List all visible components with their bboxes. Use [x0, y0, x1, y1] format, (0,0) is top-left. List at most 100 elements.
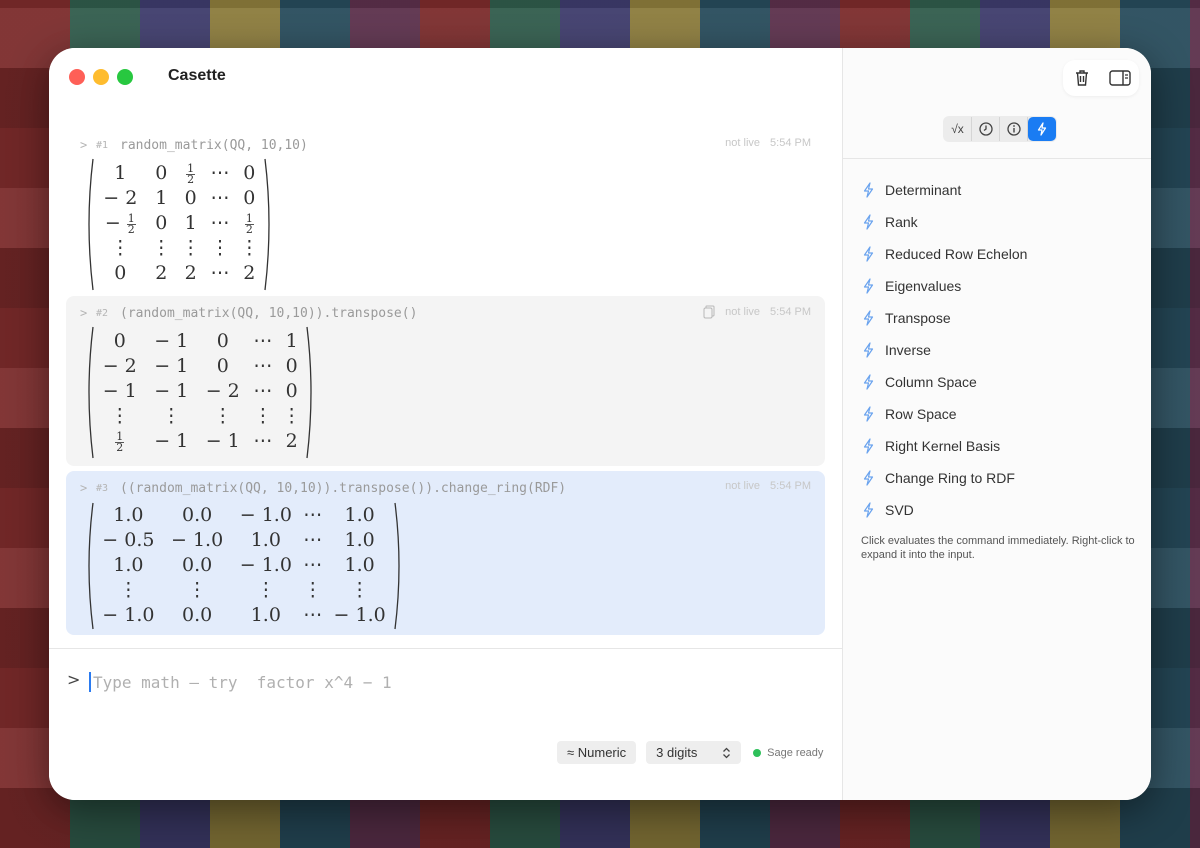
matrix-entry: 0	[243, 162, 256, 184]
matrix-entry: 2	[155, 262, 168, 284]
minimize-window-button[interactable]	[93, 69, 109, 85]
fraction: 12	[115, 429, 125, 454]
matrix-row: ⋮ ⋮ ⋮ ⋮ ⋮	[94, 404, 306, 429]
matrix-entry: 1.0	[344, 554, 375, 576]
matrix-entry: − 1.0	[239, 504, 292, 526]
matrix-entry: ⋮	[282, 405, 302, 427]
bolt-icon	[863, 246, 885, 262]
right-paren	[306, 326, 312, 459]
close-window-button[interactable]	[69, 69, 85, 85]
history-cell-1[interactable]: > #1 random_matrix(QQ, 10,10) not live 5…	[66, 128, 825, 294]
ready-indicator	[753, 748, 762, 757]
matrix-entry: − 2	[102, 355, 137, 377]
quick-action-change-ring-to-rdf[interactable]: Change Ring to RDF	[863, 462, 1143, 494]
matrix-entry: ⋯	[253, 330, 273, 352]
cell-header: > #1 random_matrix(QQ, 10,10) not live 5…	[80, 136, 811, 154]
history-cell-2[interactable]: > #2 (random_matrix(QQ, 10,10)).transpos…	[66, 296, 825, 466]
cell-meta: not live 5:54 PM	[703, 305, 811, 319]
cell-number: #2	[96, 307, 109, 319]
info-icon[interactable]	[1000, 117, 1028, 141]
numeric-mode-button[interactable]: ≈ Numeric	[557, 741, 637, 764]
matrix-entry: 12	[235, 211, 264, 236]
matrix-entry: 1.0	[250, 604, 281, 626]
quick-action-transpose[interactable]: Transpose	[863, 302, 1143, 334]
quick-action-label: Eigenvalues	[885, 278, 962, 294]
matrix-entry: 12	[94, 429, 146, 454]
matrix-entry: ⋯	[210, 212, 230, 234]
right-paren	[394, 502, 400, 630]
bolt-icon	[863, 310, 885, 326]
matrix-entry: 0	[243, 187, 256, 209]
matrix-entry: 1	[155, 187, 168, 209]
updown-chevron-icon	[723, 747, 731, 758]
text-caret	[89, 672, 91, 692]
quick-action-label: Inverse	[885, 342, 931, 358]
matrix-entry: − 1.0	[171, 529, 224, 551]
sidebar: √x Determinant Rank Reduced Row Echelon Eig…	[842, 48, 1151, 800]
history-cell-3-selected[interactable]: > #3 ((random_matrix(QQ, 10,10)).transpo…	[66, 471, 825, 635]
matrix-entry: ⋮	[303, 579, 323, 601]
matrix-row: ⋮ ⋮ ⋮ ⋮ ⋮	[94, 236, 264, 261]
matrix-output: 1 0 1 2 ⋯ 0− 2 1 0 ⋯ 0− 1 2 0 1 ⋯ 1 2 ⋮ ⋮ ⋮ ⋮ ⋮ 0 2 2 ⋯ 2	[84, 158, 274, 291]
matrix-entry: − 1	[154, 380, 189, 402]
live-status: not live	[725, 306, 761, 318]
math-input-area[interactable]	[89, 668, 809, 696]
sidebar-mode-segmented-control: √x	[943, 116, 1057, 142]
matrix-row: 1 2 − 1 − 1 ⋯ 2	[94, 429, 306, 454]
matrix-entry: 0	[216, 355, 229, 377]
matrix-entry: 1.0	[113, 504, 144, 526]
quick-action-right-kernel-basis[interactable]: Right Kernel Basis	[863, 430, 1143, 462]
matrix-entry: 0.0	[181, 604, 213, 626]
quick-action-eigenvalues[interactable]: Eigenvalues	[863, 270, 1143, 302]
quick-action-svd[interactable]: SVD	[863, 494, 1143, 526]
math-input[interactable]	[93, 672, 793, 692]
quick-action-label: Rank	[885, 214, 918, 230]
bolt-icon	[863, 374, 885, 390]
quick-action-label: Right Kernel Basis	[885, 438, 1001, 454]
cell-header: > #2 (random_matrix(QQ, 10,10)).transpos…	[80, 304, 811, 322]
matrix-row: − 0.5 − 1.0 1.0 ⋯ 1.0	[94, 528, 394, 553]
expand-chevron-icon[interactable]: >	[80, 306, 96, 320]
quick-actions-hint: Click evaluates the command immediately.…	[861, 535, 1135, 561]
matrix-entry: ⋯	[253, 430, 273, 452]
quick-action-reduced-row-echelon[interactable]: Reduced Row Echelon	[863, 238, 1143, 270]
matrix-entry: 1.0	[344, 529, 375, 551]
quick-action-row-space[interactable]: Row Space	[863, 398, 1143, 430]
quick-action-label: Change Ring to RDF	[885, 470, 1015, 486]
matrix-entry: − 1.0	[102, 604, 155, 626]
quick-action-label: SVD	[885, 502, 914, 518]
matrix-entry: − 0.5	[102, 529, 155, 551]
matrix-entry: ⋮	[110, 237, 130, 259]
expand-chevron-icon[interactable]: >	[80, 481, 96, 495]
quick-action-rank[interactable]: Rank	[863, 206, 1143, 238]
cell-number: #1	[96, 139, 109, 151]
quick-action-column-space[interactable]: Column Space	[863, 366, 1143, 398]
input-divider	[49, 648, 842, 649]
digits-select[interactable]: 3 digits	[646, 741, 742, 764]
sidebar-toggle-icon[interactable]	[1106, 64, 1134, 92]
expand-chevron-icon[interactable]: >	[80, 138, 96, 152]
matrix-entry: ⋮	[213, 405, 233, 427]
sqrt-icon[interactable]: √x	[944, 117, 972, 141]
matrix-entry: ⋮	[350, 579, 370, 601]
clock-icon[interactable]	[972, 117, 1000, 141]
fraction: 12	[244, 211, 254, 236]
status-bar: ≈ Numeric 3 digits Sage ready	[557, 741, 823, 764]
matrix-entry: ⋯	[210, 262, 230, 284]
matrix-entry: ⋯	[253, 380, 273, 402]
bolt-icon	[863, 502, 885, 518]
matrix-entry: − 1.0	[333, 604, 386, 626]
cell-meta: not live 5:54 PM	[725, 480, 811, 492]
cell-command: (random_matrix(QQ, 10,10)).transpose()	[120, 305, 418, 321]
matrix-entry: 0.0	[181, 554, 213, 576]
matrix-row: ⋮ ⋮ ⋮ ⋮ ⋮	[94, 578, 394, 603]
quick-action-inverse[interactable]: Inverse	[863, 334, 1143, 366]
zoom-window-button[interactable]	[117, 69, 133, 85]
quick-action-determinant[interactable]: Determinant	[863, 174, 1143, 206]
left-paren	[88, 502, 94, 630]
bolt-icon	[863, 406, 885, 422]
trash-icon[interactable]	[1068, 64, 1096, 92]
copy-icon[interactable]	[703, 305, 715, 319]
bolt-icon[interactable]	[1028, 117, 1056, 141]
matrix-row: 1 0 1 2 ⋯ 0	[94, 161, 264, 186]
